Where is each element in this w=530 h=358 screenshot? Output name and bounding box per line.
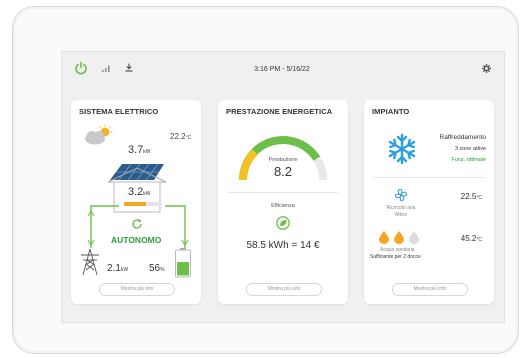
house-consumption-value: 3.2 — [128, 186, 144, 198]
air-status: Attivo — [394, 212, 408, 218]
fan-icon — [394, 188, 408, 202]
temp-unit: °C — [476, 195, 482, 201]
app-screen: 3:16 PM - 5/16/22 SISTEMA ELETTRICO 22.2… — [61, 51, 505, 323]
clock-date: 3:16 PM - 5/16/22 — [254, 66, 310, 73]
outdoor-temperature-value: 22.2 — [170, 132, 186, 141]
snowflake-icon — [388, 133, 416, 165]
house-unit: kW — [143, 191, 151, 197]
water-temperature-value: 45.2 — [460, 234, 477, 243]
battery-level-value: 56 — [149, 263, 161, 274]
divider — [228, 192, 338, 193]
air-label: Ricircolo aria — [386, 205, 416, 211]
temp-unit: °C — [476, 237, 482, 243]
partly-cloudy-icon — [85, 124, 113, 145]
card-title: SISTEMA ELETTRICO — [79, 107, 159, 116]
gear-icon[interactable] — [482, 64, 491, 73]
tablet-frame: 3:16 PM - 5/16/22 SISTEMA ELETTRICO 22.2… — [12, 6, 519, 354]
card-title: IMPIANTO — [372, 107, 410, 116]
solar-production-value: 3.7 — [128, 144, 144, 156]
power-pylon-icon — [81, 248, 99, 276]
sistema-elettrico-card: SISTEMA ELETTRICO 22.2°C 3.7kW 3.2kW AUT… — [71, 100, 201, 304]
divider — [374, 177, 484, 178]
card-title: PRESTAZIONE ENERGETICA — [226, 107, 333, 116]
battery-unit: % — [160, 267, 165, 273]
grid-power: 2.1kW — [107, 263, 128, 274]
autonomy-status: AUTONOMO — [111, 235, 162, 245]
water-status: Sufficiente per 2 docce — [370, 254, 421, 260]
prestazione-energetica-card: PRESTAZIONE ENERGETICA Prestazione 8.2 E… — [218, 100, 348, 304]
efficiency-label: Efficienza — [271, 203, 295, 209]
impianto-card: IMPIANTO Raffreddamento 3 zone attive Fu… — [364, 100, 494, 304]
grid-power-value: 2.1 — [107, 263, 121, 274]
active-zones: 3 zone attive — [454, 146, 486, 152]
air-temperature: 22.5°C — [461, 192, 482, 201]
refresh-icon — [132, 219, 142, 229]
gauge-value: 8.2 — [273, 164, 293, 179]
water-temperature: 45.2°C — [461, 234, 482, 243]
temp-unit: °C — [185, 135, 192, 141]
leaf-icon — [276, 216, 290, 230]
air-temperature-value: 22.5 — [460, 192, 477, 201]
function-status: Funz. ottimale — [451, 157, 486, 163]
gauge-label: Prestazione — [268, 157, 298, 163]
more-info-button[interactable]: Mostra più info — [99, 283, 175, 296]
more-info-button[interactable]: Mostra più info — [392, 283, 468, 296]
more-info-button[interactable]: Mostra più info — [246, 283, 322, 296]
battery-icon — [175, 248, 191, 278]
water-label: Acqua sanitaria — [380, 247, 415, 253]
energy-cost: 58.5 kWh = 14 € — [246, 240, 320, 251]
download-icon[interactable] — [125, 63, 133, 72]
solar-production: 3.7kW — [128, 144, 151, 156]
signal-icon — [102, 65, 110, 72]
climate-mode: Raffreddamento — [439, 134, 487, 141]
grid-unit: kW — [120, 267, 129, 273]
outdoor-temperature: 22.2°C — [170, 132, 191, 141]
water-drops-icon — [379, 231, 419, 244]
top-bar: 3:16 PM - 5/16/22 — [62, 52, 504, 88]
solar-unit: kW — [143, 149, 151, 155]
power-icon[interactable] — [74, 61, 88, 75]
battery-level: 56% — [149, 263, 165, 274]
house-consumption: 3.2kW — [128, 186, 151, 198]
